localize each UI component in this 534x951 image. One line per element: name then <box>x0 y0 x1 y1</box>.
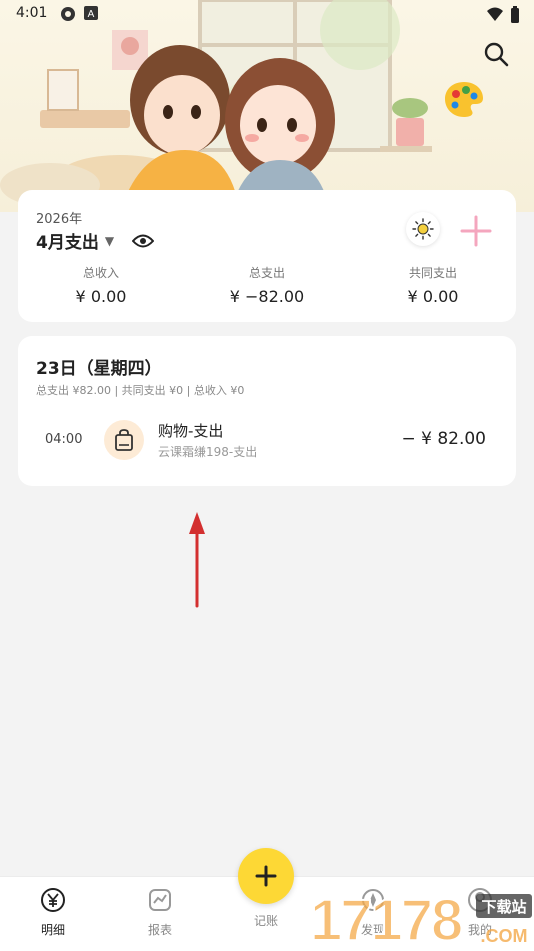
day-title: 23日（星期四） <box>36 359 162 379</box>
transaction-amount: − ¥ 82.00 <box>401 429 486 449</box>
sun-icon <box>412 218 434 240</box>
status-icons-left: A <box>60 6 98 22</box>
search-icon[interactable] <box>482 40 510 68</box>
battery-icon <box>511 6 519 23</box>
add-record-button[interactable] <box>238 848 294 904</box>
summary-stats: 总收入 ¥ 0.00 总支出 ¥ −82.00 共同支出 ¥ 0.00 <box>18 264 516 306</box>
eye-icon[interactable] <box>132 233 155 249</box>
stat-label: 总支出 <box>248 266 285 280</box>
month-selector[interactable]: 4月支出 ▼ <box>36 228 155 253</box>
header-illustration: 4:01 A <box>0 0 534 212</box>
stat-label: 共同支出 <box>408 266 457 280</box>
summary-card: 2026年 4月支出 ▼ 总收入 ¥ 0.00 总支出 ¥ −82.00 共同支… <box>18 190 516 322</box>
sync-icon <box>61 7 75 21</box>
stat-shared-expense: 共同支出 ¥ 0.00 <box>350 264 516 306</box>
transaction-title: 购物-支出 <box>158 422 224 440</box>
annotation-arrow <box>189 512 205 608</box>
chart-icon <box>149 889 171 911</box>
month-label: 4月支出 <box>36 233 99 253</box>
nav-label: 报表 <box>147 923 172 937</box>
status-icons-right <box>486 6 520 24</box>
year-label: 2026年 <box>36 212 83 227</box>
caret-down-icon: ▼ <box>104 233 115 248</box>
palette-icon[interactable] <box>444 80 484 118</box>
status-bar: 4:01 A <box>0 0 534 28</box>
svg-text:.COM: .COM <box>481 926 528 946</box>
stat-value: ¥ −82.00 <box>229 287 305 306</box>
shopping-bag-icon <box>115 429 133 451</box>
status-time: 4:01 <box>16 5 48 21</box>
transaction-icon-wrap <box>104 420 144 460</box>
nav-label: 明细 <box>40 923 65 937</box>
yen-icon <box>41 888 65 912</box>
nav-item-details[interactable]: 明细 <box>13 887 93 938</box>
stat-value: ¥ 0.00 <box>75 287 127 306</box>
day-card: 23日（星期四） 总支出 ¥82.00 | 共同支出 ¥0 | 总收入 ¥0 0… <box>18 336 516 486</box>
add-icon[interactable] <box>459 214 493 248</box>
stat-value: ¥ 0.00 <box>407 287 459 306</box>
stat-expense: 总支出 ¥ −82.00 <box>184 264 350 306</box>
wifi-icon <box>487 7 503 21</box>
transaction-note: 云课霜缣198-支出 <box>158 445 258 459</box>
nav-item-reports[interactable]: 报表 <box>120 887 200 938</box>
theme-toggle-button[interactable] <box>406 212 440 246</box>
a-badge-icon: A <box>84 6 98 20</box>
transaction-time: 04:00 <box>45 432 83 447</box>
stat-income: 总收入 ¥ 0.00 <box>18 264 184 306</box>
day-summary: 总支出 ¥82.00 | 共同支出 ¥0 | 总收入 ¥0 <box>36 384 245 397</box>
stat-label: 总收入 <box>82 266 119 280</box>
svg-text:下载站: 下载站 <box>481 898 526 916</box>
nav-label-record: 记账 <box>253 914 278 928</box>
transaction-row[interactable]: 04:00 购物-支出 云课霜缣198-支出 − ¥ 82.00 <box>18 416 516 464</box>
svg-text:A: A <box>88 9 95 20</box>
svg-text:17178: 17178 <box>310 888 462 948</box>
site-watermark-logo: 17178 下载站 .COM <box>310 887 532 948</box>
plus-icon <box>255 865 277 887</box>
